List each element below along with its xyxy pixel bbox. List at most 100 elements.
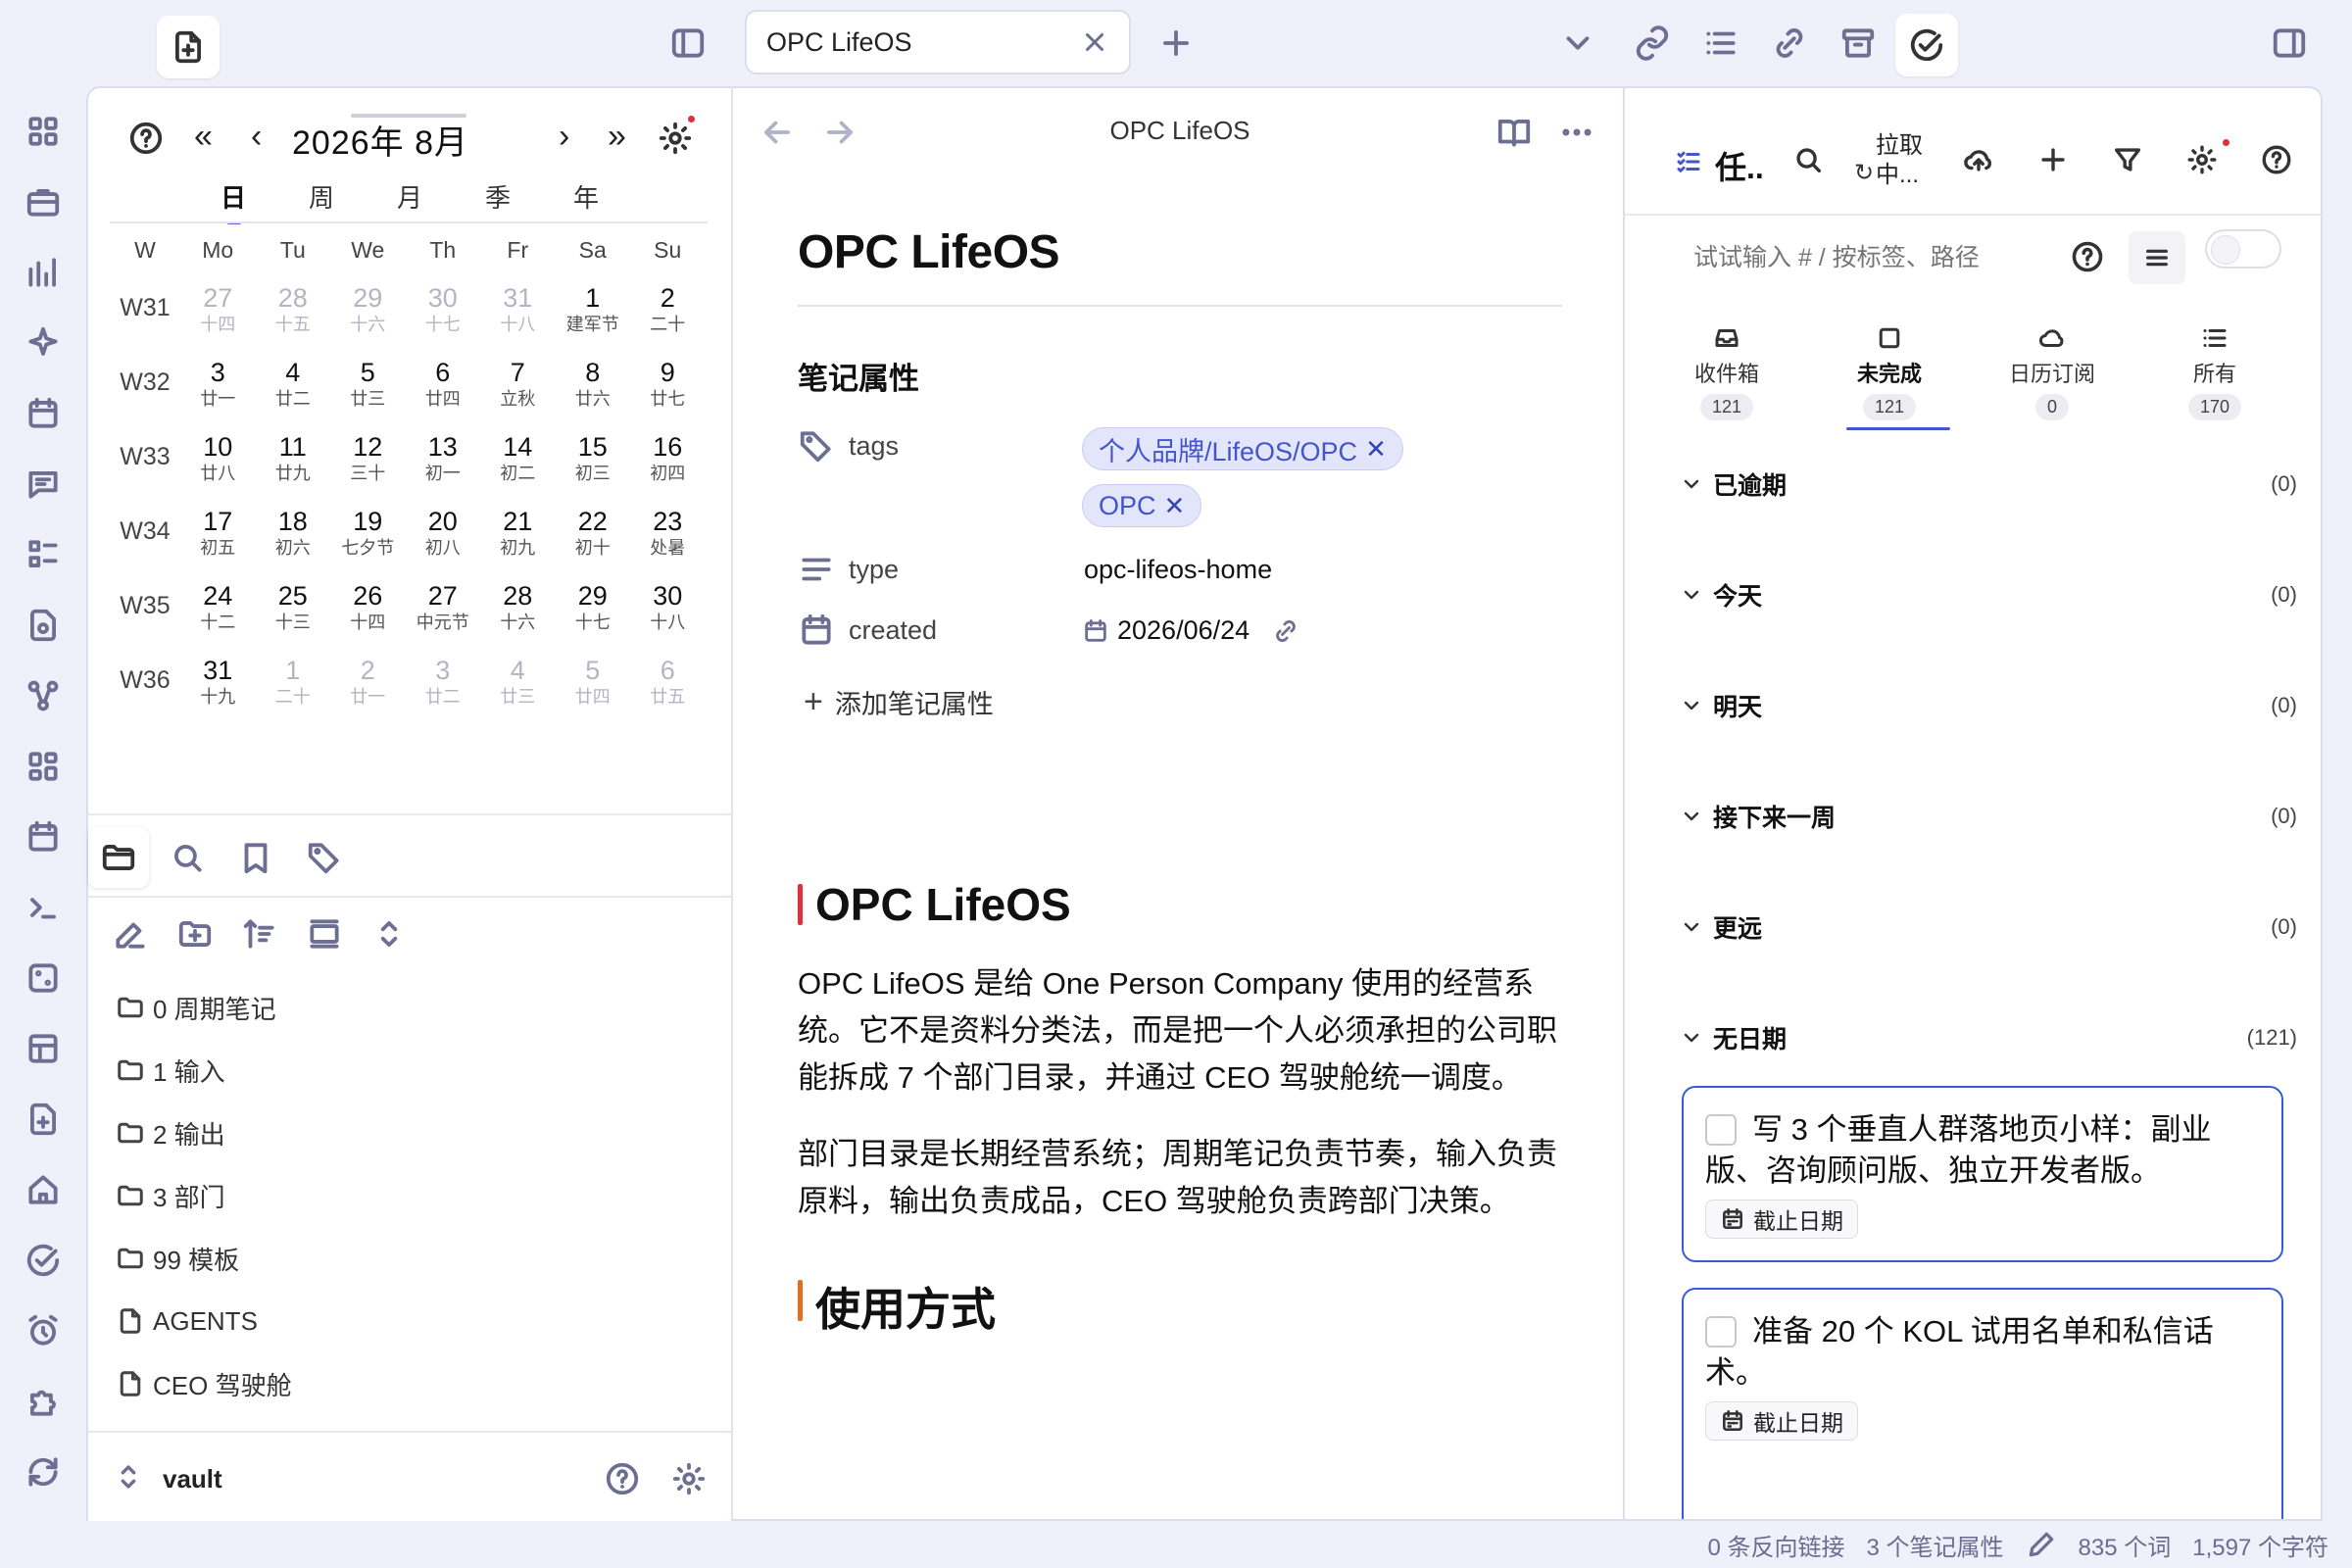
calendar-day[interactable]: 5 廿四 (556, 649, 631, 708)
calendar-day[interactable]: 4 廿三 (480, 649, 556, 708)
heading-opc-lifeos[interactable]: OPC LifeOS (798, 878, 1562, 931)
note-title[interactable]: OPC LifeOS (798, 225, 1562, 279)
tab-files[interactable] (88, 827, 149, 888)
paragraph-intro[interactable]: OPC LifeOS 是给 One Person Company 使用的经营系统… (798, 960, 1562, 1102)
help-icon[interactable] (2260, 143, 2293, 176)
tasks-title[interactable]: 任.. (1715, 143, 1764, 188)
folder-item[interactable]: 0 周期笔记 (116, 976, 723, 1039)
folder-item[interactable]: 3 部门 (116, 1164, 723, 1227)
ribbon-puzzle[interactable] (22, 1380, 65, 1423)
ribbon-alarm[interactable] (22, 1309, 65, 1352)
task-card[interactable]: 准备 20 个 KOL 试用名单和私信话术。 截止日期 (1682, 1288, 2283, 1519)
note-header-title[interactable]: OPC LifeOS (733, 116, 1627, 146)
calendar-day[interactable]: 4 廿二 (256, 351, 331, 410)
calendar-day[interactable]: 2 廿一 (330, 649, 406, 708)
link-icon[interactable] (1272, 617, 1299, 645)
ribbon-calendar-heart[interactable] (22, 392, 65, 435)
calendar-day[interactable]: 27 中元节 (406, 574, 481, 633)
pencil-icon[interactable] (2026, 1529, 2057, 1560)
ribbon-terminal[interactable] (22, 886, 65, 929)
calendar-month-title[interactable]: 2026年 8月 (292, 116, 468, 164)
ribbon-sparkle[interactable] (22, 321, 65, 365)
calendar-day[interactable]: 30 十八 (630, 574, 706, 633)
prop-value-type[interactable]: opc-lifeos-home (1084, 555, 1272, 585)
calendar-day[interactable]: 28 十六 (480, 574, 556, 633)
view-quarter[interactable]: 季 (468, 178, 527, 215)
tab-bookmarks[interactable] (225, 827, 286, 888)
ribbon-chart[interactable] (22, 251, 65, 294)
settings-icon[interactable] (670, 1460, 708, 1497)
next-year-button[interactable]: » (608, 118, 626, 156)
cloud-upload-icon[interactable] (1962, 143, 1995, 176)
calendar-day[interactable]: 31 十九 (180, 649, 256, 708)
more-icon[interactable] (1558, 114, 1595, 151)
tab-all[interactable]: 所有 170 (2146, 323, 2283, 420)
task-group-header[interactable]: 接下来一周 (0) (1680, 797, 2297, 836)
task-group-header[interactable]: 更远 (0) (1680, 907, 2297, 947)
prop-key-type[interactable]: type (849, 555, 899, 585)
week-number[interactable]: W34 (110, 500, 180, 546)
task-search-input[interactable] (1693, 235, 2056, 280)
tab-search[interactable] (157, 827, 218, 888)
task-card[interactable]: 写 3 个垂直人群落地页小样：副业版、咨询顾问版、独立开发者版。 截止日期 (1682, 1086, 2283, 1262)
ribbon-calendar[interactable] (22, 815, 65, 858)
view-day[interactable]: 日 (204, 178, 263, 224)
new-note-icon[interactable] (112, 915, 149, 953)
ribbon-grid[interactable] (22, 110, 65, 153)
calendar-day[interactable]: 29 十七 (556, 574, 631, 633)
calendar-day[interactable]: 8 廿六 (556, 351, 631, 410)
ribbon-check[interactable] (22, 1239, 65, 1282)
calendar-day[interactable]: 20 初八 (406, 500, 481, 559)
outline-button[interactable] (1690, 12, 1752, 74)
week-number[interactable]: W31 (110, 276, 180, 322)
calendar-day[interactable]: 30 十七 (406, 276, 481, 335)
calendar-day[interactable]: 11 廿九 (256, 425, 331, 484)
due-date-button[interactable]: 截止日期 (1705, 1200, 1858, 1239)
book-open-icon[interactable] (1495, 114, 1533, 151)
prop-key-tags[interactable]: tags (849, 431, 899, 462)
calendar-day[interactable]: 6 廿四 (406, 351, 481, 410)
calendar-day[interactable]: 26 十四 (330, 574, 406, 633)
file-item[interactable]: CEO 驾驶舱 (116, 1352, 723, 1415)
calendar-day[interactable]: 28 十五 (256, 276, 331, 335)
week-number[interactable]: W33 (110, 425, 180, 471)
calendar-day[interactable]: 7 立秋 (480, 351, 556, 410)
vault-name[interactable]: vault (163, 1464, 222, 1494)
ribbon-file-plus[interactable] (22, 1098, 65, 1141)
ribbon-dice[interactable] (22, 956, 65, 1000)
week-number[interactable]: W35 (110, 574, 180, 620)
calendar-day[interactable]: 22 初十 (556, 500, 631, 559)
ribbon-graph[interactable] (22, 674, 65, 717)
heading-usage[interactable]: 使用方式 (798, 1274, 1562, 1339)
gear-icon[interactable] (657, 120, 694, 157)
ribbon-layout[interactable] (22, 1027, 65, 1070)
tasks-view-button[interactable] (1895, 14, 1958, 76)
backlinks-button[interactable] (1758, 12, 1821, 74)
collapse-icon[interactable] (306, 915, 343, 953)
task-group-header[interactable]: 无日期 (121) (1680, 1018, 2297, 1057)
view-year[interactable]: 年 (557, 178, 615, 215)
calendar-day[interactable]: 24 十二 (180, 574, 256, 633)
help-icon[interactable] (127, 120, 165, 157)
calendar-day[interactable]: 21 初九 (480, 500, 556, 559)
tab-tags[interactable] (294, 827, 355, 888)
tag-pill[interactable]: OPC ✕ (1082, 484, 1202, 527)
calendar-day[interactable]: 15 初三 (556, 425, 631, 484)
link-button[interactable] (1621, 12, 1684, 74)
view-month[interactable]: 月 (380, 178, 439, 215)
calendar-day[interactable]: 14 初二 (480, 425, 556, 484)
expand-icon[interactable] (370, 915, 408, 953)
calendar-day[interactable]: 1 二十 (256, 649, 331, 708)
prop-key-created[interactable]: created (849, 615, 937, 646)
ribbon-message[interactable] (22, 463, 65, 506)
calendar-day[interactable]: 25 十三 (256, 574, 331, 633)
backlinks-count[interactable]: 0 条反向链接 (1708, 1528, 1845, 1562)
list-mode-button[interactable] (2129, 231, 2185, 284)
toggle-right-sidebar-button[interactable] (2258, 12, 2321, 74)
tab-inbox[interactable]: 收件箱 121 (1658, 323, 1795, 420)
task-group-header[interactable]: 已逾期 (0) (1680, 465, 2297, 504)
calendar-day[interactable]: 27 十四 (180, 276, 256, 335)
tab-opc-lifeos[interactable]: OPC LifeOS (745, 10, 1131, 74)
folder-item[interactable]: 1 输入 (116, 1039, 723, 1102)
calendar-day[interactable]: 31 十八 (480, 276, 556, 335)
